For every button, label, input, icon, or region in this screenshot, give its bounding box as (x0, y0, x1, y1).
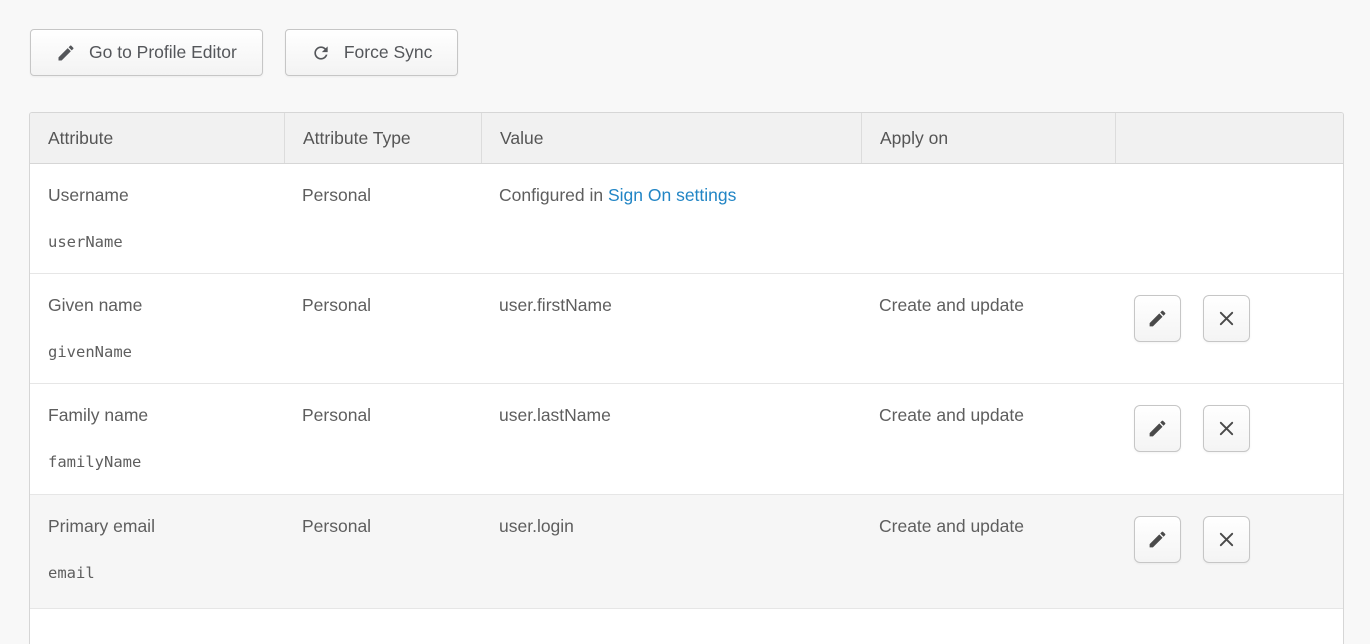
column-header-attribute-type: Attribute Type (284, 113, 481, 163)
table-row: Family name familyName Personal user.las… (30, 384, 1343, 495)
attribute-api-name: email (48, 562, 266, 584)
attribute-api-name: familyName (48, 451, 266, 473)
attribute-label: Family name (48, 404, 266, 426)
attribute-label: Given name (48, 294, 266, 316)
apply-on-cell (861, 164, 1115, 273)
attribute-cell: Given name givenName (30, 274, 284, 383)
table-row-partial (30, 609, 1343, 644)
remove-attribute-button[interactable] (1203, 295, 1250, 342)
value-cell: user.lastName (481, 384, 861, 494)
edit-attribute-button[interactable] (1134, 295, 1181, 342)
remove-attribute-button[interactable] (1203, 516, 1250, 563)
attribute-mapping-table: Attribute Attribute Type Value Apply on … (29, 112, 1344, 644)
close-icon (1216, 308, 1237, 329)
column-header-apply-on: Apply on (861, 113, 1115, 163)
go-to-profile-editor-label: Go to Profile Editor (89, 42, 237, 63)
attribute-type-cell: Personal (284, 495, 481, 608)
force-sync-label: Force Sync (344, 42, 433, 63)
value-cell: user.login (481, 495, 861, 608)
column-header-attribute: Attribute (30, 113, 284, 163)
table-header-row: Attribute Attribute Type Value Apply on (30, 113, 1343, 164)
attribute-cell: Family name familyName (30, 384, 284, 494)
actions-cell (1115, 495, 1343, 608)
table-row: Username userName Personal Configured in… (30, 164, 1343, 274)
attribute-label: Username (48, 184, 266, 206)
sync-icon (311, 43, 331, 63)
toolbar: Go to Profile Editor Force Sync (30, 29, 458, 76)
table-row: Given name givenName Personal user.first… (30, 274, 1343, 384)
attribute-api-name: givenName (48, 341, 266, 363)
value-prefix-text: Configured in (499, 185, 608, 205)
actions-cell (1115, 384, 1343, 494)
remove-attribute-button[interactable] (1203, 405, 1250, 452)
apply-on-cell: Create and update (861, 384, 1115, 494)
go-to-profile-editor-button[interactable]: Go to Profile Editor (30, 29, 263, 76)
value-cell: Configured in Sign On settings (481, 164, 861, 273)
pencil-icon (1147, 308, 1168, 329)
pencil-icon (1147, 418, 1168, 439)
sign-on-settings-link[interactable]: Sign On settings (608, 185, 736, 205)
close-icon (1216, 418, 1237, 439)
edit-attribute-button[interactable] (1134, 516, 1181, 563)
force-sync-button[interactable]: Force Sync (285, 29, 459, 76)
attribute-type-cell: Personal (284, 384, 481, 494)
column-header-actions (1115, 113, 1343, 163)
pencil-icon (56, 43, 76, 63)
table-row: Primary email email Personal user.login … (30, 495, 1343, 609)
pencil-icon (1147, 529, 1168, 550)
actions-cell (1115, 274, 1343, 383)
attribute-label: Primary email (48, 515, 266, 537)
attribute-cell: Username userName (30, 164, 284, 273)
column-header-value: Value (481, 113, 861, 163)
attribute-type-cell: Personal (284, 164, 481, 273)
attribute-api-name: userName (48, 231, 266, 253)
edit-attribute-button[interactable] (1134, 405, 1181, 452)
value-cell: user.firstName (481, 274, 861, 383)
attribute-cell: Primary email email (30, 495, 284, 608)
apply-on-cell: Create and update (861, 274, 1115, 383)
actions-cell (1115, 164, 1343, 273)
attribute-type-cell: Personal (284, 274, 481, 383)
close-icon (1216, 529, 1237, 550)
apply-on-cell: Create and update (861, 495, 1115, 608)
